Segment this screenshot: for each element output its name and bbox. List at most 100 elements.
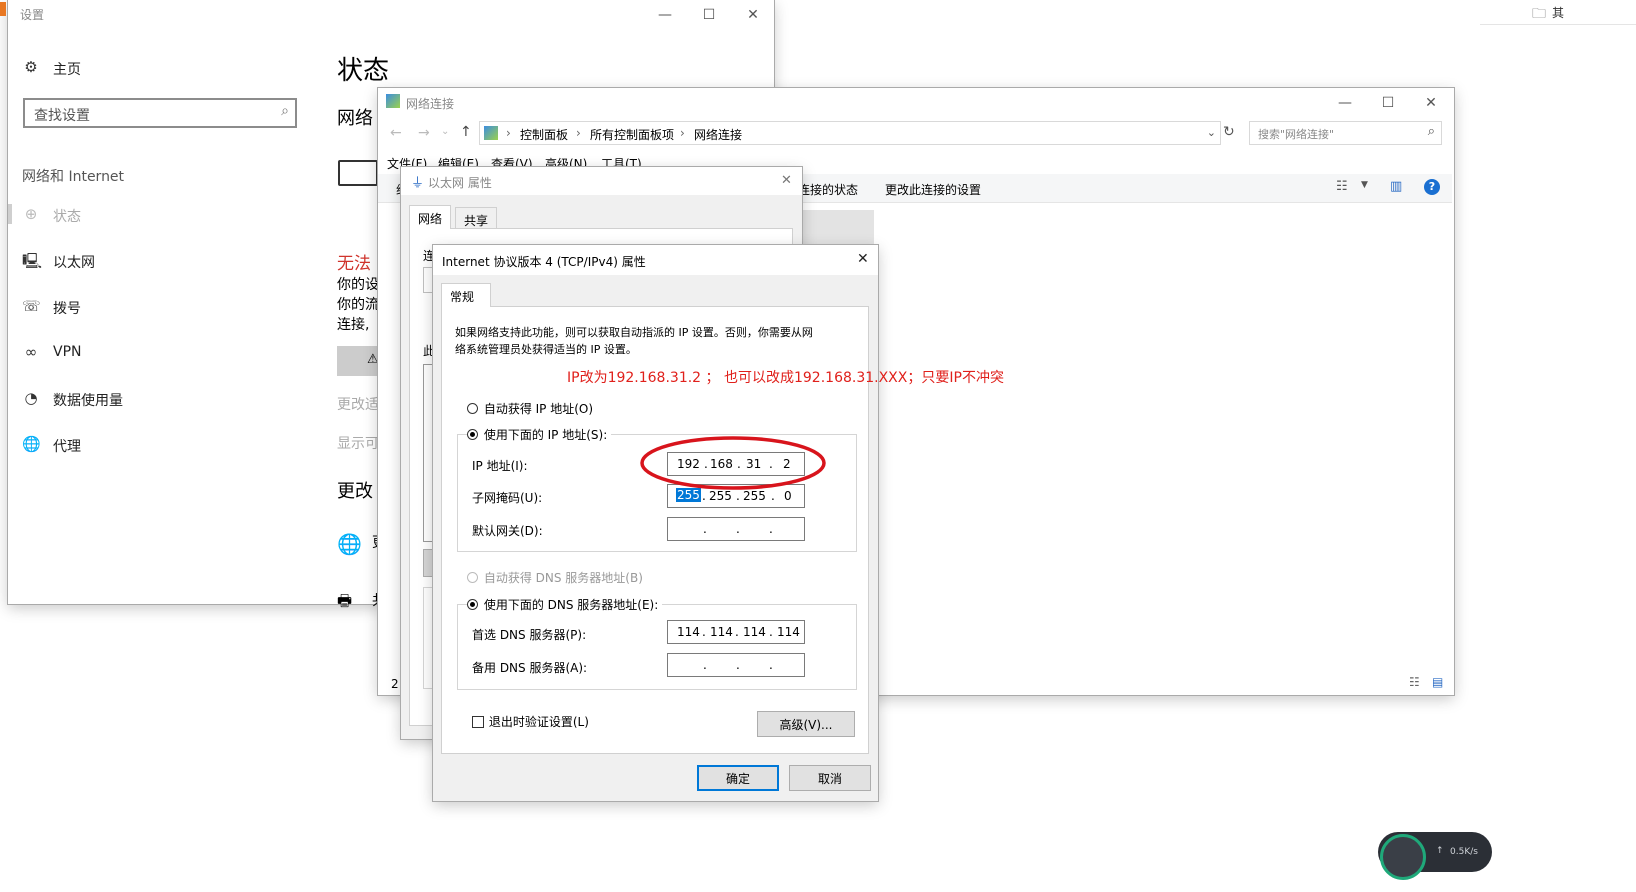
selected-adapter-tile[interactable] xyxy=(802,210,874,246)
ipv4-titlebar: Internet 协议版本 4 (TCP/IPv4) 属性 ✕ xyxy=(433,245,878,275)
cmd-view-status[interactable]: 连接的状态 xyxy=(798,181,858,198)
netconn-close[interactable]: ✕ xyxy=(1408,88,1454,118)
alternate-dns-field[interactable]: . . . xyxy=(667,653,805,677)
tab-network[interactable]: 网络 xyxy=(409,205,452,229)
back-arrow-icon[interactable]: ← xyxy=(390,125,402,141)
page-title: 状态 xyxy=(337,56,390,86)
advanced-button[interactable]: 高级(V)... xyxy=(757,711,855,737)
ipv4-properties-dialog: Internet 协议版本 4 (TCP/IPv4) 属性 ✕ 常规 如果网络支… xyxy=(433,245,1004,801)
status-count: 2 xyxy=(391,677,399,691)
ipv4-title: Internet 协议版本 4 (TCP/IPv4) 属性 xyxy=(442,255,646,269)
printer-icon: 🖶 xyxy=(337,591,353,610)
nav-ethernet[interactable]: 以太网 xyxy=(53,252,95,272)
mask-octet-3: 255 xyxy=(743,489,766,503)
nav-data-usage[interactable]: 数据使用量 xyxy=(53,390,123,410)
auto-dns-radio[interactable]: 自动获得 DNS 服务器地址(B) xyxy=(467,569,643,586)
view-dropdown-icon[interactable]: ▼ xyxy=(1361,180,1368,190)
mask-dot: . xyxy=(702,489,706,503)
dns1-octet-1: 114 xyxy=(677,625,700,639)
minimize-button[interactable]: — xyxy=(642,0,688,30)
warning-icon: ⚠ xyxy=(367,352,379,367)
cancel-button[interactable]: 取消 xyxy=(789,765,871,791)
crumb-network[interactable]: 网络连接 xyxy=(694,126,742,143)
gateway-field[interactable]: . . . xyxy=(667,517,805,541)
nav-vpn[interactable]: VPN xyxy=(53,344,82,360)
use-ip-radio[interactable]: 使用下面的 IP 地址(S): xyxy=(467,426,612,443)
error-title: 无法 xyxy=(337,254,371,274)
app-mark xyxy=(0,2,6,16)
search-placeholder: 查找设置 xyxy=(34,108,90,124)
ok-button[interactable]: 确定 xyxy=(697,765,779,791)
ethernet-icon: 🖳 xyxy=(22,252,43,270)
up-arrow-icon[interactable]: ↑ xyxy=(460,124,472,140)
large-icons-view-icon[interactable]: ▤ xyxy=(1432,675,1443,689)
validate-checkbox-box xyxy=(472,716,484,728)
details-view-icon[interactable]: ☷ xyxy=(1409,675,1420,689)
mask-label: 子网掩码(U): xyxy=(472,491,543,505)
crumb-control-panel[interactable]: 控制面板 xyxy=(520,126,568,143)
nav-status[interactable]: 状态 xyxy=(53,206,81,226)
troubleshoot-button[interactable]: ⚠ xyxy=(337,346,383,376)
speed-widget[interactable]: ↑ 0.5K/s xyxy=(1378,832,1492,880)
preview-pane-icon[interactable]: ▥ xyxy=(1390,179,1402,194)
dns1-octet-4: 114 xyxy=(777,625,800,639)
address-bar[interactable]: › 控制面板 › 所有控制面板项 › 网络连接 ⌄ xyxy=(479,121,1221,145)
validate-checkbox[interactable]: 退出时验证设置(L) xyxy=(472,713,589,730)
address-dropdown-icon[interactable]: ⌄ xyxy=(1207,126,1216,139)
dns1-octet-3: 114 xyxy=(743,625,766,639)
error-line-1: 你的设 xyxy=(337,277,379,293)
dns2-dot: . xyxy=(769,658,773,672)
link-show-available[interactable]: 显示可 xyxy=(337,433,379,453)
search-input[interactable]: 查找设置 ⌕ xyxy=(23,98,297,128)
refresh-icon[interactable]: ↻ xyxy=(1223,124,1235,140)
annotation-ellipse xyxy=(640,436,826,490)
netconn-maximize[interactable]: ☐ xyxy=(1365,88,1411,118)
crumb-sep-1: › xyxy=(576,126,581,140)
help-icon[interactable]: ? xyxy=(1424,179,1440,195)
data-usage-icon: ◔ xyxy=(24,389,38,407)
eth-close-icon[interactable]: ✕ xyxy=(781,173,792,188)
close-button[interactable]: ✕ xyxy=(730,0,776,30)
corner-label: 其 xyxy=(1552,6,1565,20)
annotation-text: IP改为192.168.31.2 ； 也可以改成192.168.31.XXX；只… xyxy=(567,370,1004,386)
upload-arrow-icon: ↑ xyxy=(1436,846,1444,856)
gw-dot: . xyxy=(703,522,707,536)
dns1-dot: . xyxy=(769,625,773,639)
link-change-adapter[interactable]: 更改适 xyxy=(337,394,379,414)
page-subtitle: 网络 xyxy=(337,108,373,129)
control-panel-icon xyxy=(484,126,498,140)
mask-octet-2: 255 xyxy=(709,489,732,503)
tab-sharing[interactable]: 共享 xyxy=(455,207,498,229)
dns1-octet-2: 114 xyxy=(710,625,733,639)
gw-dot: . xyxy=(736,522,740,536)
use-ip-label: 使用下面的 IP 地址(S): xyxy=(483,428,608,442)
use-dns-radio[interactable]: 使用下面的 DNS 服务器地址(E): xyxy=(467,596,663,613)
nav-dialup[interactable]: 拨号 xyxy=(53,298,81,318)
maximize-button[interactable]: ☐ xyxy=(686,0,732,30)
preferred-dns-field[interactable]: 114 . 114 . 114 . 114 xyxy=(667,620,805,644)
cmd-change-settings[interactable]: 更改此连接的设置 xyxy=(885,181,981,198)
proxy-globe-icon: 🌐 xyxy=(22,435,41,453)
mask-dot: . xyxy=(771,489,775,503)
crumb-sep-2: › xyxy=(680,126,685,140)
view-options-icon[interactable]: ☷ xyxy=(1336,179,1348,194)
dns1-dot: . xyxy=(735,625,739,639)
eth-titlebar: ⏚ 以太网 属性 ✕ xyxy=(401,167,802,195)
forward-arrow-icon[interactable]: → xyxy=(418,125,430,141)
adapter-globe-icon: 🌐 xyxy=(337,532,362,556)
dns2-dot: . xyxy=(703,658,707,672)
netconn-minimize[interactable]: — xyxy=(1322,88,1368,118)
nav-proxy[interactable]: 代理 xyxy=(53,436,81,456)
recent-chevron-icon[interactable]: ⌄ xyxy=(441,126,449,137)
desktop-corner: 🗀 其 xyxy=(1480,0,1636,25)
crumb-all-items[interactable]: 所有控制面板项 xyxy=(590,126,674,143)
home-link[interactable]: 主页 xyxy=(53,59,81,79)
netconn-search-input[interactable]: 搜索"网络连接" ⌕ xyxy=(1249,121,1442,145)
auto-ip-radio[interactable]: 自动获得 IP 地址(O) xyxy=(467,400,593,417)
use-dns-radio-dot xyxy=(467,599,478,610)
auto-ip-radio-dot xyxy=(467,403,478,414)
error-line-2: 你的流 xyxy=(337,297,379,313)
ipv4-close-icon[interactable]: ✕ xyxy=(857,251,869,267)
tab-general[interactable]: 常规 xyxy=(441,283,491,307)
nav-active-bar xyxy=(8,204,12,224)
